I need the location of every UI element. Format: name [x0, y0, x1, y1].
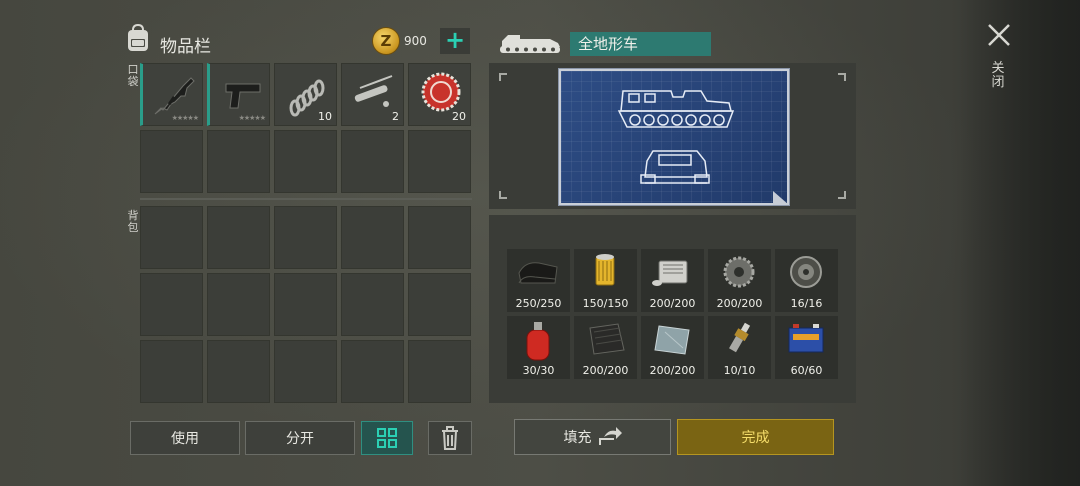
inventory-slot[interactable] — [408, 340, 471, 403]
inventory-slot[interactable] — [274, 206, 337, 269]
material-count: 16/16 — [790, 297, 823, 310]
item-count: 10 — [318, 110, 332, 123]
vehicle-icon — [500, 35, 560, 53]
delete-button[interactable] — [428, 421, 472, 455]
add-coins-button[interactable]: + — [440, 28, 470, 54]
wheel-icon — [790, 256, 822, 288]
inventory-slot[interactable] — [408, 130, 471, 193]
done-button[interactable]: 完成 — [677, 419, 834, 455]
material-slot[interactable]: 200/200 — [574, 316, 637, 379]
inventory-slot[interactable] — [274, 130, 337, 193]
inventory-slot[interactable] — [207, 130, 270, 193]
inventory-slot[interactable] — [408, 273, 471, 336]
right-shade — [960, 0, 1080, 486]
material-count: 200/200 — [582, 364, 629, 377]
coin-count: 900 — [404, 34, 427, 48]
spark-plug-icon — [729, 322, 751, 353]
item-count: 2 — [392, 110, 399, 123]
fill-button-label: 填充 — [563, 430, 592, 446]
material-count: 60/60 — [790, 364, 823, 377]
inventory-slot[interactable] — [274, 273, 337, 336]
material-count: 150/150 — [582, 297, 629, 310]
material-count: 30/30 — [522, 364, 555, 377]
inventory-slot[interactable] — [140, 273, 203, 336]
frame-corner — [499, 191, 507, 199]
inventory-slot[interactable] — [408, 206, 471, 269]
fill-arrow-icon — [598, 427, 622, 445]
material-slot[interactable]: 200/200 — [641, 316, 704, 379]
material-slot[interactable]: 150/150 — [574, 249, 637, 312]
page-fold — [773, 191, 789, 205]
inventory-slot[interactable] — [140, 206, 203, 269]
blueprint-drawing — [617, 90, 735, 184]
material-count: 10/10 — [723, 364, 756, 377]
fire-extinguisher-icon — [526, 322, 550, 361]
inventory-slot[interactable]: 2 — [341, 63, 404, 126]
metal-plate-icon — [654, 325, 690, 355]
material-slot[interactable]: 60/60 — [775, 316, 838, 379]
use-button[interactable]: 使用 — [130, 421, 240, 455]
vehicle-name: 全地形车 — [570, 32, 711, 56]
inventory-slot[interactable]: ★★★★★ — [207, 63, 270, 126]
materials-grid: 250/250 150/150 200/200 200/200 16/16 30… — [507, 249, 838, 379]
material-slot[interactable]: 200/200 — [641, 249, 704, 312]
pocket-label: 口袋 — [127, 63, 139, 88]
backpack-grid — [140, 206, 471, 403]
close-label[interactable]: 关闭 — [991, 62, 1005, 90]
material-count: 200/200 — [649, 297, 696, 310]
sort-button[interactable] — [361, 421, 413, 455]
inventory-slot[interactable]: 10 — [274, 63, 337, 126]
inventory-title: 物品栏 — [160, 37, 211, 57]
inventory-slot[interactable] — [274, 340, 337, 403]
inventory-slot[interactable] — [207, 340, 270, 403]
material-slot[interactable]: 250/250 — [507, 249, 570, 312]
inventory-slot[interactable]: ★★★★★ — [140, 63, 203, 126]
material-slot[interactable]: 16/16 — [775, 249, 838, 312]
inventory-slot[interactable]: 20 — [408, 63, 471, 126]
inventory-slot[interactable] — [140, 130, 203, 193]
pocket-grid: ★★★★★ ★★★★★ 10 2 20 — [140, 63, 471, 193]
coin-icon: Z — [372, 27, 400, 55]
frame-corner — [838, 191, 846, 199]
item-rarity: ★★★★★ — [238, 114, 266, 122]
vehicle-blueprint — [559, 69, 789, 205]
material-slot[interactable]: 30/30 — [507, 316, 570, 379]
section-divider — [140, 198, 472, 200]
close-icon[interactable] — [986, 22, 1012, 48]
material-slot[interactable]: 200/200 — [708, 249, 771, 312]
engine-block-icon — [652, 260, 688, 286]
material-count: 200/200 — [649, 364, 696, 377]
battery-icon — [788, 324, 824, 353]
material-count: 200/200 — [716, 297, 763, 310]
trash-icon — [442, 426, 458, 450]
inventory-slot[interactable] — [341, 340, 404, 403]
fill-button[interactable]: 填充 — [514, 419, 671, 455]
frame-corner — [838, 73, 846, 81]
gear-icon — [723, 256, 755, 288]
oil-filter-icon — [595, 254, 615, 286]
material-count: 250/250 — [515, 297, 562, 310]
inventory-slot[interactable] — [341, 130, 404, 193]
inventory-slot[interactable] — [341, 273, 404, 336]
item-rarity: ★★★★★ — [171, 114, 199, 122]
backpack-icon — [128, 23, 148, 51]
carbon-fiber-icon — [589, 323, 625, 355]
inventory-slot[interactable] — [140, 340, 203, 403]
inventory-slot[interactable] — [341, 206, 404, 269]
inventory-slot[interactable] — [207, 206, 270, 269]
grid-sort-icon — [377, 428, 397, 448]
split-button[interactable]: 分开 — [245, 421, 355, 455]
rubber-sheet-icon — [518, 262, 558, 284]
backpack-label: 背包 — [127, 209, 139, 234]
material-slot[interactable]: 10/10 — [708, 316, 771, 379]
item-count: 20 — [452, 110, 466, 123]
inventory-slot[interactable] — [207, 273, 270, 336]
frame-corner — [499, 73, 507, 81]
